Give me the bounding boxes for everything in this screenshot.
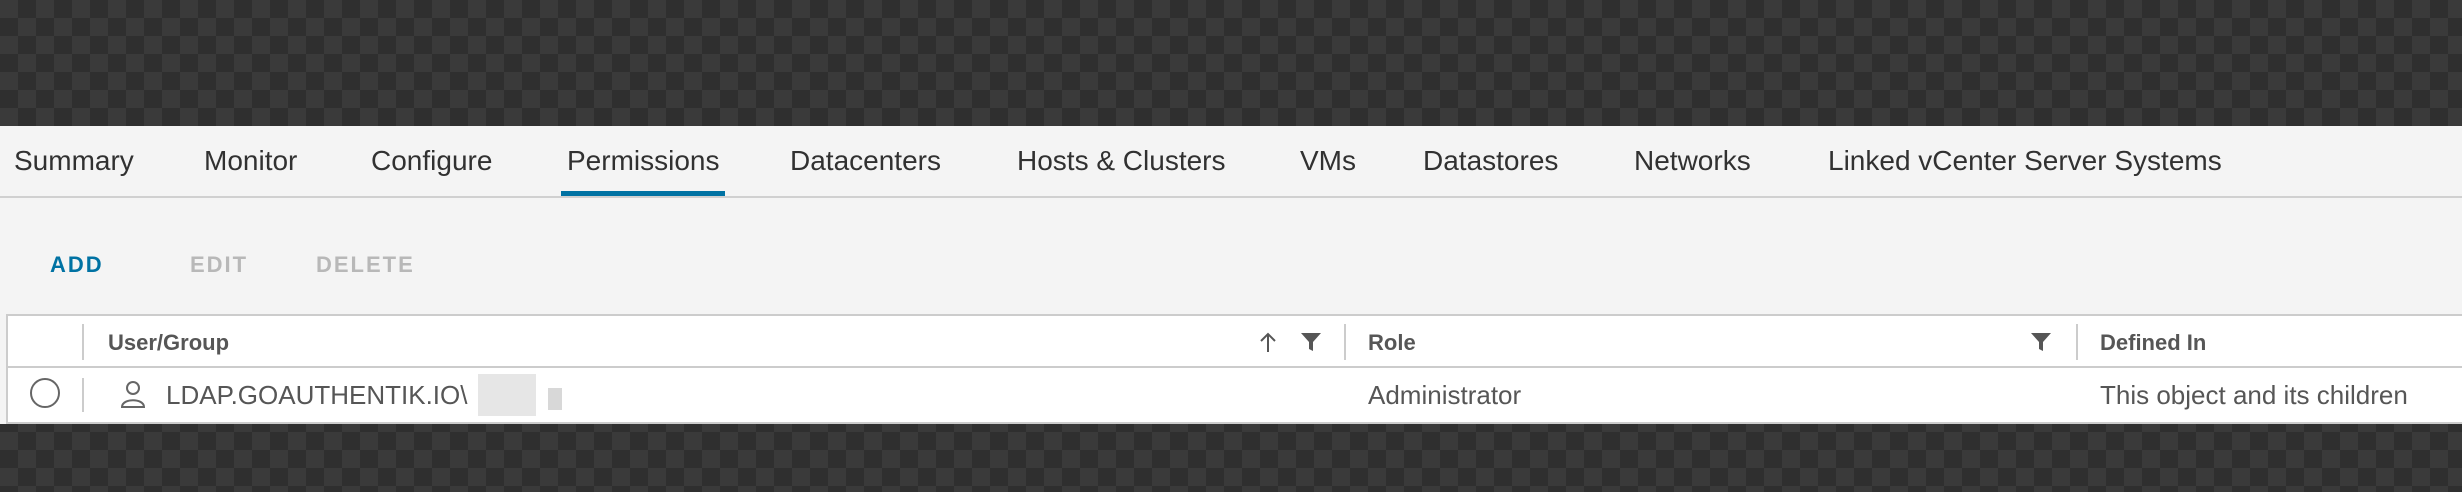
permissions-panel: Summary Monitor Configure Permissions Da… [0,126,2462,424]
tab-permissions[interactable]: Permissions [561,144,726,196]
column-separator [1344,324,1346,360]
tab-monitor[interactable]: Monitor [198,144,303,196]
row-role: Administrator [1368,380,1522,410]
tab-datacenters[interactable]: Datacenters [784,144,947,196]
tab-datastores[interactable]: Datastores [1417,144,1564,196]
filter-icon[interactable] [1300,332,1322,352]
tab-vms[interactable]: VMs [1294,144,1362,196]
row-select-radio[interactable] [30,378,60,408]
tab-hosts-clusters[interactable]: Hosts & Clusters [1011,144,1232,196]
tab-networks[interactable]: Networks [1628,144,1757,196]
column-separator [82,324,84,360]
filter-icon[interactable] [2030,332,2052,352]
user-icon [120,381,146,408]
tab-configure[interactable]: Configure [365,144,498,196]
permissions-grid: User/Group Role Defined In LDAP.GOAUTHEN… [6,314,2462,424]
column-header-role[interactable]: Role [1368,330,1416,356]
redacted-text [548,388,562,410]
add-button[interactable]: ADD [50,252,104,278]
delete-button[interactable]: DELETE [316,252,415,278]
column-separator [82,378,84,412]
row-defined-in: This object and its children [2100,380,2408,410]
column-separator [2076,324,2078,360]
tab-summary[interactable]: Summary [8,144,140,196]
tab-linked-vcenter[interactable]: Linked vCenter Server Systems [1822,144,2228,196]
arrow-up-icon[interactable] [1258,330,1278,354]
column-header-user-group[interactable]: User/Group [108,330,229,356]
row-user-group: LDAP.GOAUTHENTIK.IO\ [166,380,468,410]
edit-button[interactable]: EDIT [190,252,248,278]
tab-bar: Summary Monitor Configure Permissions Da… [0,126,2462,198]
column-header-defined-in[interactable]: Defined In [2100,330,2206,356]
grid-header: User/Group Role Defined In [8,316,2462,368]
redacted-text [478,374,536,416]
